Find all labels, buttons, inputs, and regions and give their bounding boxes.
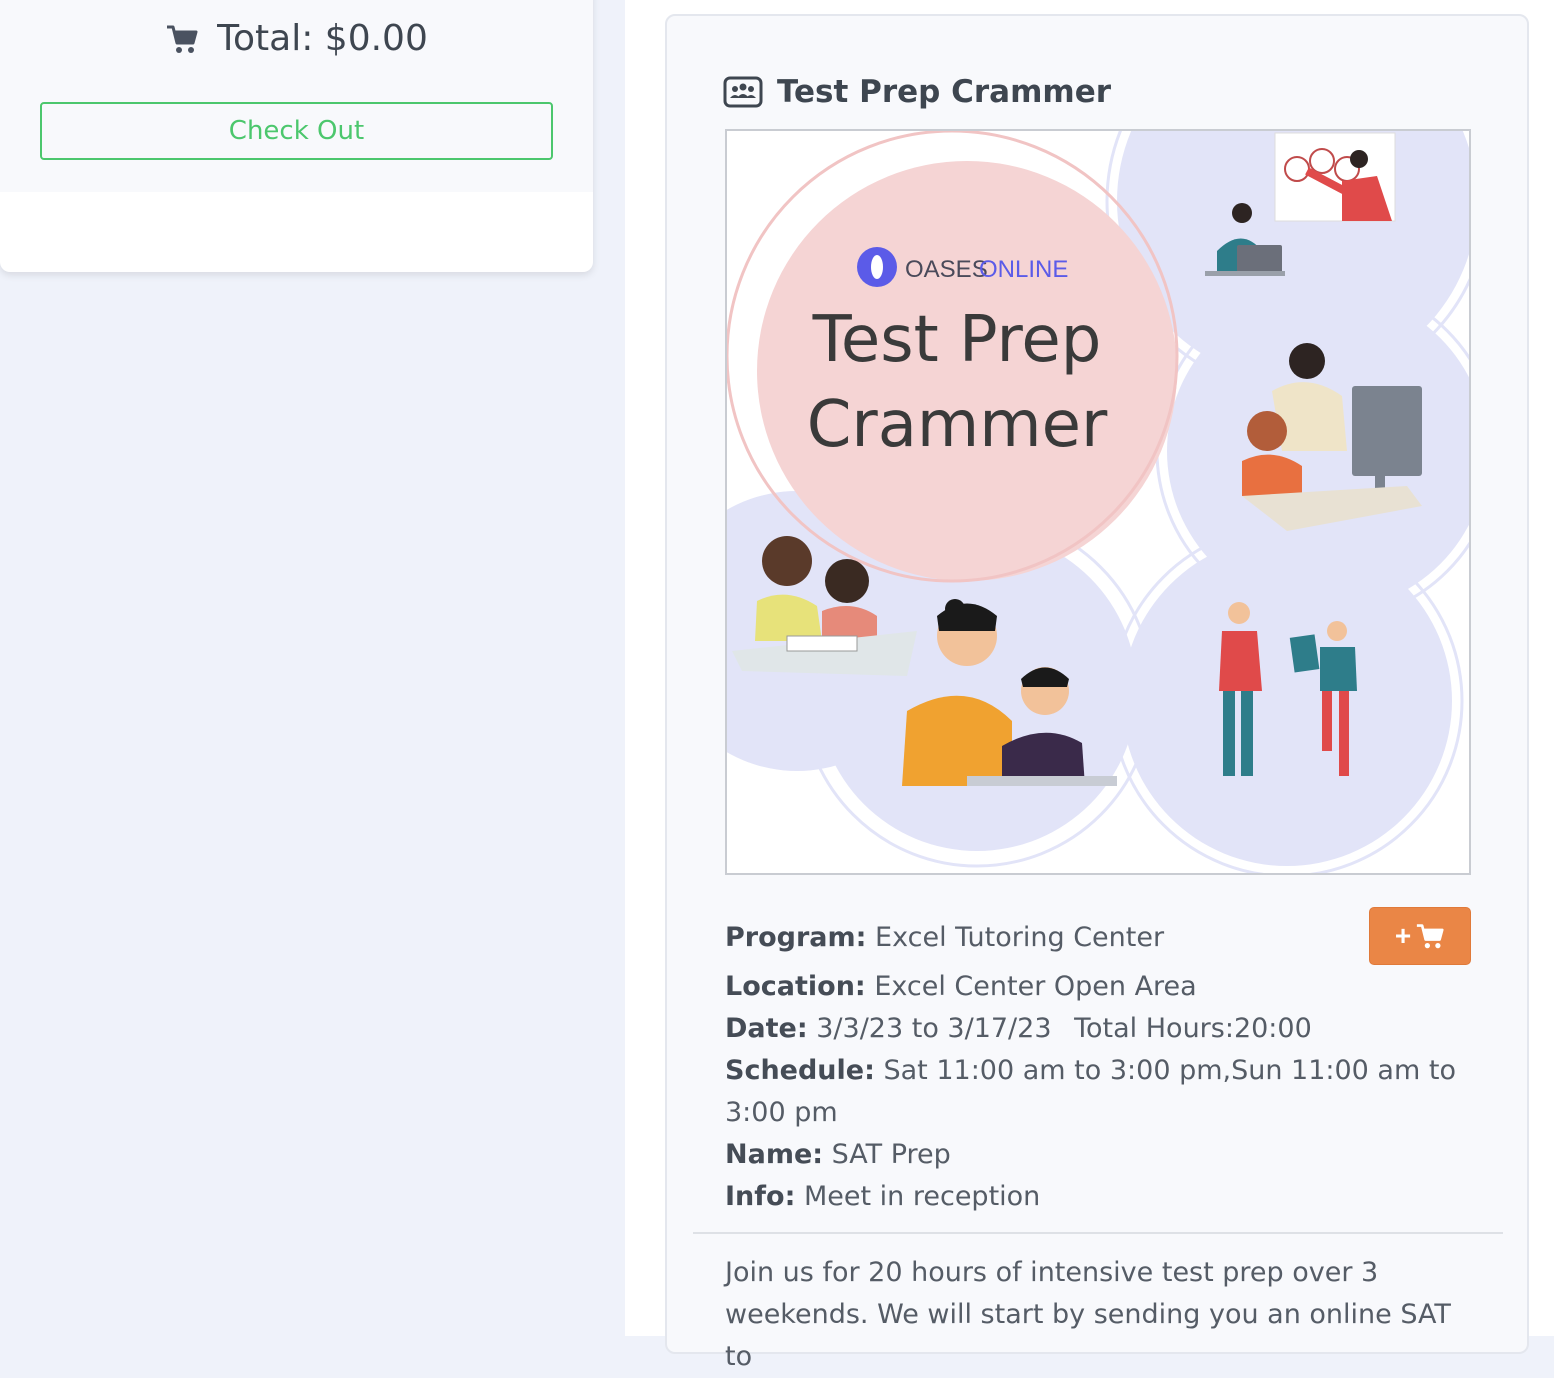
poster-brand-b: ONLINE [979,256,1068,283]
program-details: Program: Excel Tutoring Center Location:… [725,916,1485,1218]
location-row: Location: Excel Center Open Area [725,966,1485,1008]
total-hours-value: Total Hours:20:00 [1074,1013,1312,1044]
cart-summary-card: Total: $0.00 Check Out [0,0,593,272]
name-label: Name: [725,1139,824,1170]
program-title: Test Prep Crammer [777,74,1112,110]
date-row: Date: 3/3/23 to 3/17/23 Total Hours:20:0… [725,1008,1485,1050]
schedule-label: Schedule: [725,1055,875,1086]
program-title-row: Test Prep Crammer [723,74,1111,110]
cart-total: Total: $0.00 [0,18,593,59]
info-value: Meet in reception [803,1181,1041,1212]
program-value: Excel Tutoring Center [875,922,1165,953]
checkout-button[interactable]: Check Out [40,102,553,160]
details-divider [693,1232,1503,1234]
date-value: 3/3/23 to 3/17/23 [816,1013,1052,1044]
cart-total-label: Total: $0.00 [217,18,428,59]
location-label: Location: [725,971,866,1002]
date-label: Date: [725,1013,808,1044]
info-row: Info: Meet in reception [725,1176,1485,1218]
program-poster-image: OASES ONLINE Test Prep Crammer [725,129,1471,875]
poster-headline-line2: Crammer [807,388,1108,462]
location-value: Excel Center Open Area [874,971,1197,1002]
program-row: Program: Excel Tutoring Center [725,916,1485,966]
program-label: Program: [725,922,867,953]
name-value: SAT Prep [831,1139,951,1170]
program-description: Join us for 20 hours of intensive test p… [725,1257,1451,1372]
schedule-row: Schedule: Sat 11:00 am to 3:00 pm,Sun 11… [725,1050,1485,1134]
info-label: Info: [725,1181,796,1212]
poster-headline-line1: Test Prep [812,303,1102,377]
cart-summary-header: Total: $0.00 Check Out [0,0,593,192]
shopping-cart-icon [167,25,198,53]
poster-brand-a: OASES [905,256,988,283]
users-card-icon [723,76,763,108]
program-card: Test Prep Crammer OASES ONLINE Test Prep… [665,14,1529,1372]
name-row: Name: SAT Prep [725,1134,1485,1176]
